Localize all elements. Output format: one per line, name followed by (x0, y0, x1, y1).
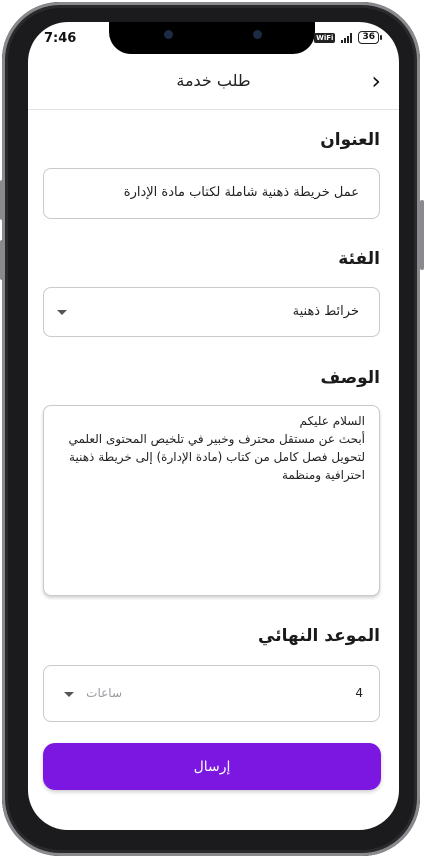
deadline-field: 4 ساعات (43, 665, 380, 722)
app-bar: طلب خدمة › (28, 57, 399, 110)
chevron-right-icon: › (371, 67, 381, 95)
title-input[interactable]: عمل خريطة ذهنية شاملة لكتاب مادة الإدارة (43, 168, 380, 219)
dropdown-arrow-icon (64, 692, 74, 697)
deadline-label: الموعد النهائي (258, 626, 380, 646)
sensor-icon (253, 30, 262, 39)
description-label: الوصف (320, 368, 380, 388)
category-select[interactable]: خرائط ذهنية (43, 287, 380, 337)
wifi-icon: WiFi (314, 32, 336, 43)
dropdown-arrow-icon (57, 310, 67, 315)
phone-power-button (420, 200, 424, 270)
phone-side-button (0, 180, 4, 220)
deadline-hours-input[interactable]: 4 (355, 686, 363, 700)
phone-side-button (0, 240, 4, 280)
title-input-value: عمل خريطة ذهنية شاملة لكتاب مادة الإدارة (123, 185, 359, 200)
page-title: طلب خدمة (176, 71, 251, 90)
submit-button[interactable]: إرسال (43, 743, 381, 790)
status-indicators: WiFi 36 (314, 31, 382, 44)
battery-icon: 36 (358, 31, 382, 44)
description-text: السلام عليكم أبحث عن مستقل محترف وخبير ف… (68, 414, 365, 482)
camera-icon (164, 30, 173, 39)
app-screen: 7:46 WiFi 36 طلب خدمة › العنوان عمل خريط… (28, 22, 399, 830)
status-time: 7:46 (44, 31, 77, 46)
category-label: الفئة (338, 249, 380, 269)
title-label: العنوان (320, 130, 380, 150)
deadline-unit-select[interactable]: ساعات (62, 682, 122, 706)
back-button[interactable]: › (371, 69, 381, 93)
deadline-unit-value: ساعات (86, 686, 122, 700)
signal-icon (341, 32, 353, 43)
category-select-value: خرائط ذهنية (292, 304, 359, 319)
description-textarea[interactable]: السلام عليكم أبحث عن مستقل محترف وخبير ف… (43, 405, 380, 596)
camera-notch (109, 22, 315, 54)
